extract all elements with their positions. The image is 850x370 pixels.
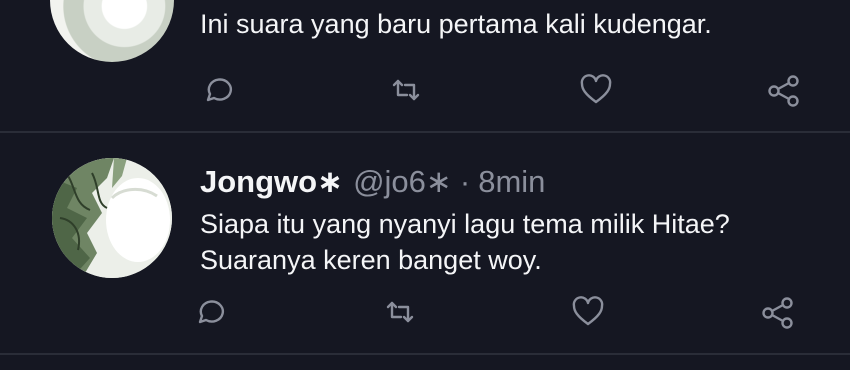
reply-button[interactable] xyxy=(196,70,236,110)
tweet-text: Ini suara yang baru pertama kali kudenga… xyxy=(200,9,712,39)
retweet-icon xyxy=(386,301,414,323)
separator: · xyxy=(459,164,471,199)
avatar-artwork xyxy=(52,158,172,278)
tweet-text-line: Siapa itu yang nyanyi lagu tema milik Hi… xyxy=(200,209,730,239)
share-button[interactable] xyxy=(758,292,798,332)
tweet-header: Jongwo∗ @jo6∗ · 8min xyxy=(200,162,545,202)
heart-icon xyxy=(572,296,604,326)
heart-icon xyxy=(580,74,612,104)
tweet[interactable]: Jongwo∗ @jo6∗ · 8min Siapa itu yang nyanyi … xyxy=(0,132,850,354)
reply-icon xyxy=(206,78,232,102)
like-button[interactable] xyxy=(568,292,608,332)
like-button[interactable] xyxy=(576,70,616,110)
share-button[interactable] xyxy=(764,70,804,110)
avatar[interactable] xyxy=(50,0,174,62)
tweet-actions xyxy=(0,70,850,110)
share-icon xyxy=(768,75,799,107)
tweet-text-line: Suaranya keren banget woy. xyxy=(200,245,542,275)
tweet[interactable]: Ini suara yang baru pertama kali kudenga… xyxy=(0,0,850,132)
retweet-button[interactable] xyxy=(386,70,426,110)
avatar[interactable] xyxy=(52,158,172,278)
tweet-text: Siapa itu yang nyanyi lagu tema milik Hi… xyxy=(200,206,730,278)
retweet-button[interactable] xyxy=(380,292,420,332)
divider xyxy=(0,353,850,355)
reply-icon xyxy=(198,300,224,324)
timestamp[interactable]: 8min xyxy=(478,164,545,199)
display-name[interactable]: Jongwo∗ xyxy=(200,164,343,199)
tweet-actions xyxy=(0,292,850,332)
retweet-icon xyxy=(392,79,420,101)
user-handle[interactable]: @jo6∗ xyxy=(353,164,452,199)
reply-button[interactable] xyxy=(188,292,228,332)
share-icon xyxy=(762,297,793,329)
